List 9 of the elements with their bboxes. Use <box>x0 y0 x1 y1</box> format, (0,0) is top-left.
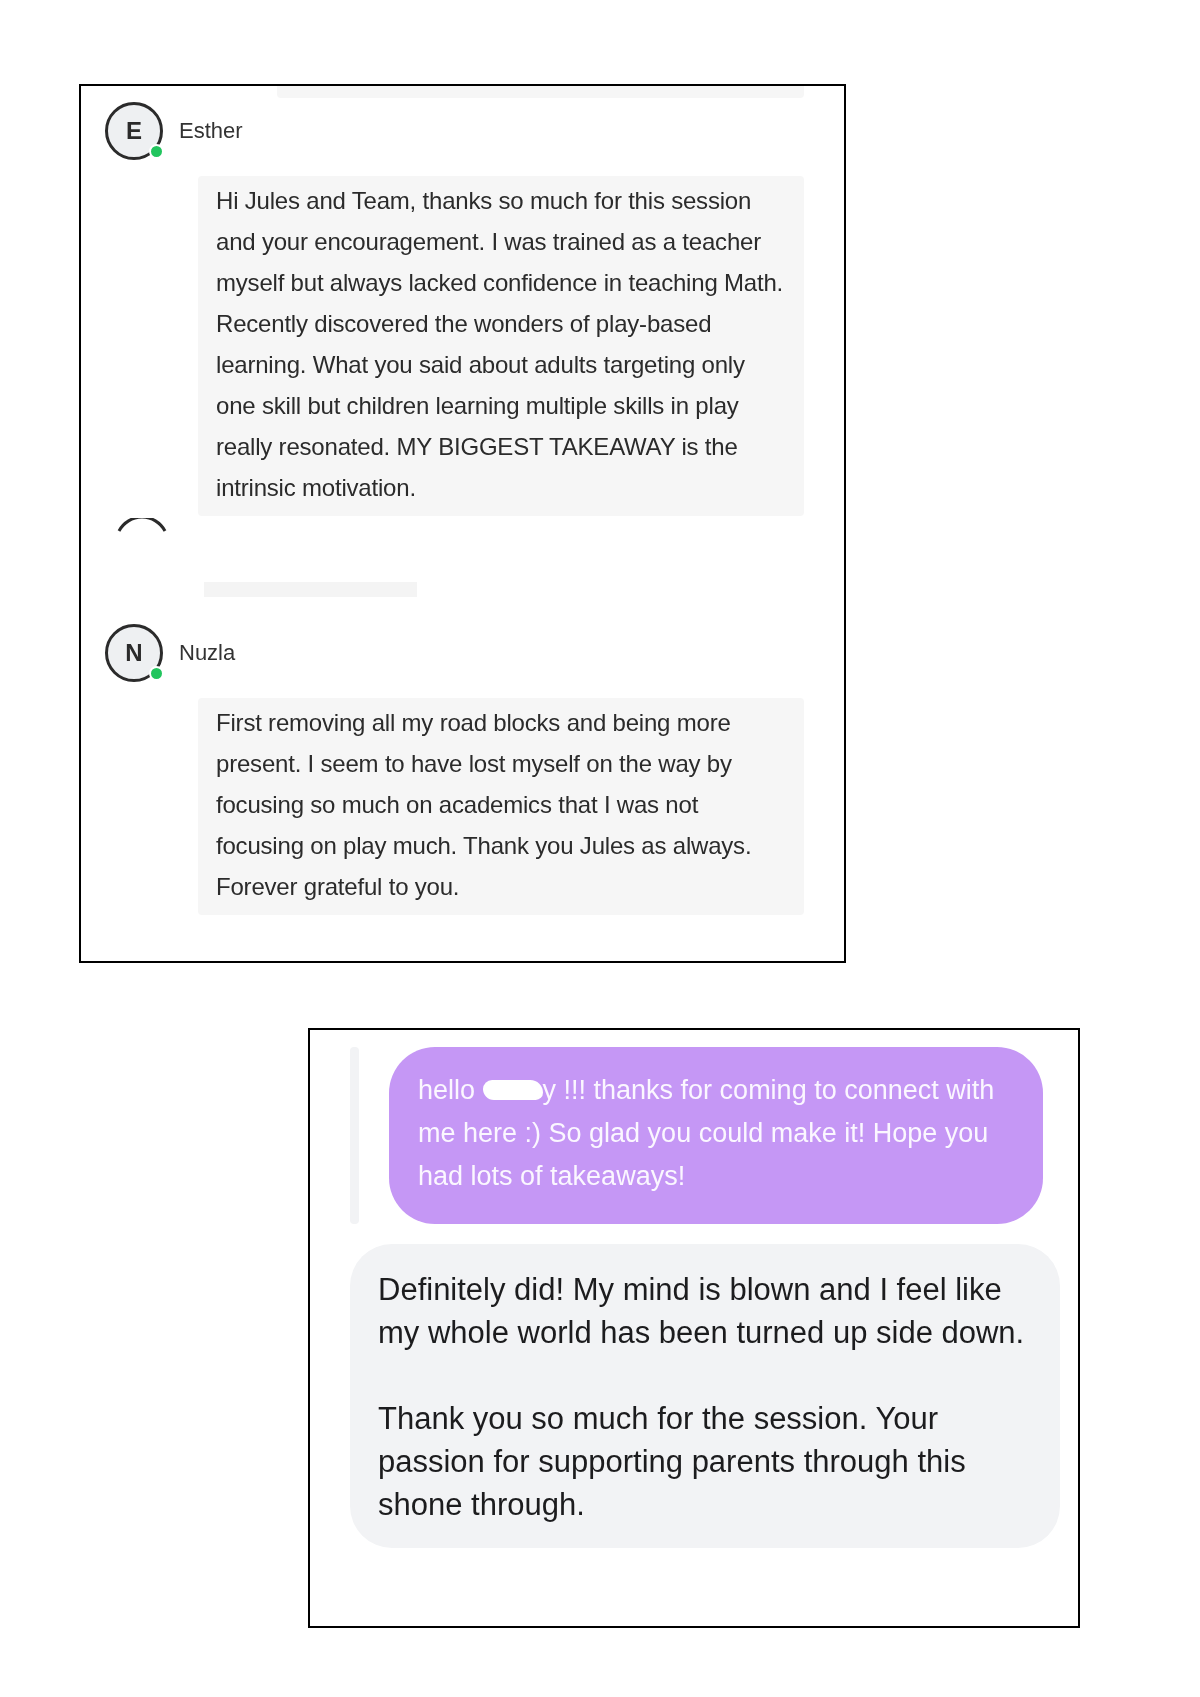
message-bubble: hello y !!! thanks for coming to connect with me here :) So glad you could make it! Hope you had lots of takeaways! <box>389 1047 1043 1224</box>
message-bubble: First removing all my road blocks and being more present. I seem to have lost myself on the way by focusing so much on academics that I was not focusing on play much. Thank you Jules as always. Forever grateful to you. <box>198 698 804 915</box>
sender-name: Nuzla <box>179 640 236 666</box>
avatar: N <box>105 624 163 682</box>
avatar-icon <box>116 518 168 532</box>
sender-name: Esther <box>179 118 243 144</box>
message-bubble: Definitely did! My mind is blown and I feel like my whole world has been turned up side down. Thank you so much for the session. Your passion for supporting parents through this shone through. <box>350 1244 1060 1548</box>
message-bubble: Hi Jules and Team, thanks so much for this session and your encouragement. I was trained as a teacher myself but always lacked confidence in teaching Math. Recently discovered the wonders of play-based learning. What you said about adults targeting only one skill but children learning multiple skills in play really resonated. MY BIGGEST TAKEAWAY is the intrinsic motivation. <box>198 176 804 516</box>
avatar: E <box>105 102 163 160</box>
